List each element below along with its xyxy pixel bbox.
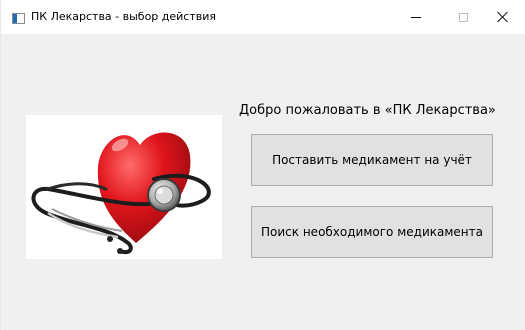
minimize-icon bbox=[411, 16, 421, 18]
close-icon bbox=[497, 11, 509, 23]
welcome-label: Добро пожаловать в «ПК Лекарства» bbox=[239, 103, 496, 118]
main-window: ПК Лекарства - выбор действия Добро пожа… bbox=[0, 0, 525, 330]
title-bar[interactable]: ПК Лекарства - выбор действия bbox=[1, 0, 525, 34]
heart-stethoscope-image bbox=[26, 115, 222, 259]
close-button[interactable] bbox=[480, 0, 525, 34]
window-title: ПК Лекарства - выбор действия bbox=[31, 10, 217, 23]
app-window-icon bbox=[12, 13, 25, 24]
minimize-button[interactable] bbox=[393, 0, 439, 34]
register-medicine-button[interactable]: Поставить медикамент на учёт bbox=[251, 134, 493, 186]
search-medicine-button[interactable]: Поиск необходимого медикамента bbox=[251, 206, 493, 258]
heart-stethoscope-illustration bbox=[31, 132, 211, 255]
maximize-icon bbox=[458, 12, 468, 22]
